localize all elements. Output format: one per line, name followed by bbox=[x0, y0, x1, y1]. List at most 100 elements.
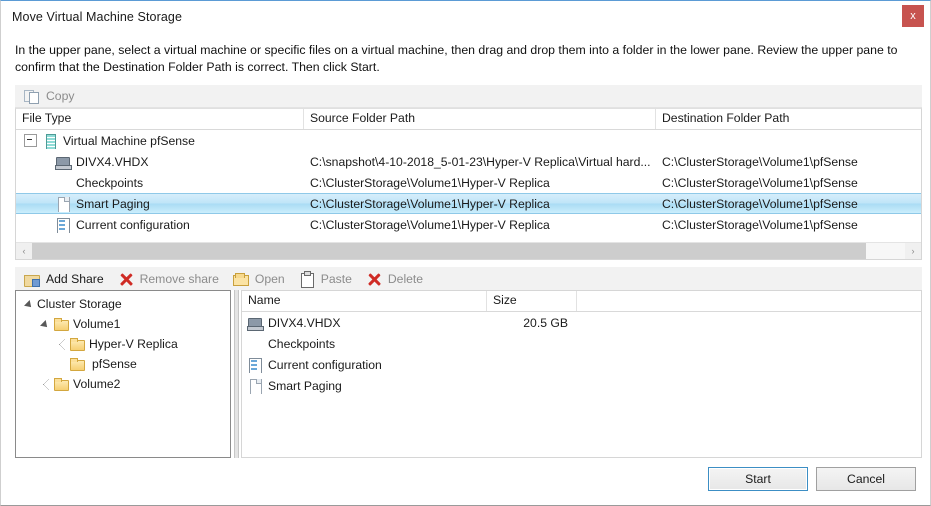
scroll-right-arrow-icon[interactable]: › bbox=[905, 243, 921, 259]
tree-node-volume2[interactable]: Volume2 bbox=[16, 374, 230, 394]
twisty-none-icon bbox=[54, 357, 69, 372]
tree-node-label: Hyper-V Replica bbox=[89, 337, 178, 351]
column-header-name[interactable]: Name bbox=[242, 291, 487, 311]
tree-node-hyper-v-replica[interactable]: Hyper-V Replica bbox=[16, 334, 230, 354]
twisty-expanded-icon[interactable] bbox=[22, 297, 37, 312]
expander-icon[interactable] bbox=[24, 134, 37, 147]
column-header-source-folder-path[interactable]: Source Folder Path bbox=[304, 109, 656, 129]
configuration-icon bbox=[247, 357, 263, 373]
cluster-storage-tree: Cluster Storage Volume1 Hyper-V Replica … bbox=[15, 290, 231, 458]
file-size-label: 20.5 GB bbox=[523, 315, 568, 330]
tree-node-label: Volume1 bbox=[73, 317, 121, 331]
dialog-footer: Start Cancel bbox=[1, 458, 930, 505]
virtual-hard-disk-icon bbox=[247, 315, 264, 331]
delete-icon bbox=[366, 271, 382, 287]
pane-splitter[interactable] bbox=[231, 290, 241, 458]
delete-button-label: Delete bbox=[387, 271, 424, 286]
scroll-left-arrow-icon[interactable]: ‹ bbox=[16, 243, 32, 259]
list-item[interactable]: Current configuration bbox=[242, 354, 921, 375]
table-row[interactable]: Checkpoints C:\ClusterStorage\Volume1\Hy… bbox=[16, 172, 921, 193]
add-share-icon bbox=[24, 271, 40, 287]
list-item[interactable]: DIVX4.VHDX 20.5 GB bbox=[242, 312, 921, 333]
list-item[interactable]: Checkpoints bbox=[242, 333, 921, 354]
open-folder-icon bbox=[232, 271, 249, 287]
close-icon[interactable]: x bbox=[902, 5, 924, 27]
list-header: File Type Source Folder Path Destination… bbox=[16, 109, 921, 130]
row-destination-path: C:\ClusterStorage\Volume1\pfSense bbox=[662, 154, 858, 169]
row-source-path: C:\snapshot\4-10-2018_5-01-23\Hyper-V Re… bbox=[310, 154, 651, 169]
column-header-size[interactable]: Size bbox=[487, 291, 577, 311]
tree-node-volume1[interactable]: Volume1 bbox=[16, 314, 230, 334]
instructions-text: In the upper pane, select a virtual mach… bbox=[15, 43, 898, 74]
row-source-path: C:\ClusterStorage\Volume1\Hyper-V Replic… bbox=[310, 175, 550, 190]
copy-button-label: Copy bbox=[46, 89, 75, 103]
delete-button[interactable]: Delete bbox=[361, 268, 432, 289]
splitter-grip[interactable] bbox=[233, 290, 239, 458]
table-row-selected[interactable]: Smart Paging C:\ClusterStorage\Volume1\H… bbox=[16, 193, 921, 214]
remove-share-button[interactable]: Remove share bbox=[113, 268, 228, 289]
open-button[interactable]: Open bbox=[228, 268, 294, 289]
move-vm-storage-dialog: Move Virtual Machine Storage x In the up… bbox=[0, 0, 931, 506]
remove-share-icon bbox=[118, 271, 134, 287]
lower-panes: Cluster Storage Volume1 Hyper-V Replica … bbox=[15, 290, 922, 458]
row-file-type-label: DIVX4.VHDX bbox=[76, 154, 149, 169]
file-name-label: DIVX4.VHDX bbox=[268, 315, 341, 330]
add-share-button-label: Add Share bbox=[46, 271, 104, 286]
no-icon bbox=[247, 336, 263, 352]
scrollbar-thumb[interactable] bbox=[32, 243, 866, 259]
cancel-button[interactable]: Cancel bbox=[816, 467, 916, 491]
row-destination-path: C:\ClusterStorage\Volume1\pfSense bbox=[662, 196, 858, 211]
twisty-expanded-icon[interactable] bbox=[38, 317, 53, 332]
configuration-icon bbox=[55, 217, 71, 233]
twisty-collapsed-icon[interactable] bbox=[38, 376, 53, 392]
start-button[interactable]: Start bbox=[708, 467, 808, 491]
row-destination-path: C:\ClusterStorage\Volume1\pfSense bbox=[662, 217, 858, 232]
file-name-label: Checkpoints bbox=[268, 336, 336, 351]
column-header-file-type[interactable]: File Type bbox=[16, 109, 304, 129]
copy-button[interactable]: Copy bbox=[19, 86, 83, 107]
open-button-label: Open bbox=[254, 271, 285, 286]
paste-button[interactable]: Paste bbox=[294, 268, 361, 289]
paste-button-label: Paste bbox=[320, 271, 352, 286]
row-destination-path: C:\ClusterStorage\Volume1\pfSense bbox=[662, 175, 858, 190]
table-row[interactable]: Virtual Machine pfSense bbox=[16, 130, 921, 151]
row-source-path: C:\ClusterStorage\Volume1\Hyper-V Replic… bbox=[310, 217, 550, 232]
tree-node-label: pfSense bbox=[92, 357, 137, 371]
row-source-path: C:\ClusterStorage\Volume1\Hyper-V Replic… bbox=[310, 196, 550, 211]
no-icon bbox=[55, 175, 71, 191]
file-list-header: Name Size bbox=[242, 291, 921, 312]
copy-icon bbox=[24, 88, 40, 104]
tree-node-pfsense[interactable]: pfSense bbox=[16, 354, 230, 374]
list-body: Virtual Machine pfSense DIVX4.VHDX C:\sn… bbox=[16, 130, 921, 242]
scrollbar-track[interactable] bbox=[32, 243, 905, 259]
remove-share-button-label: Remove share bbox=[139, 271, 219, 286]
horizontal-scrollbar[interactable]: ‹ › bbox=[16, 242, 921, 259]
twisty-collapsed-icon[interactable] bbox=[54, 336, 69, 352]
document-icon bbox=[55, 196, 71, 212]
table-row[interactable]: DIVX4.VHDX C:\snapshot\4-10-2018_5-01-23… bbox=[16, 151, 921, 172]
lower-toolbar: Add Share Remove share Open Paste Delete bbox=[15, 267, 922, 290]
add-share-button[interactable]: Add Share bbox=[19, 268, 113, 289]
document-icon bbox=[247, 378, 263, 394]
file-name-label: Current configuration bbox=[268, 357, 382, 372]
upper-toolbar: Copy bbox=[15, 85, 922, 108]
tree-node-label: Volume2 bbox=[73, 377, 121, 391]
row-file-type-label: Virtual Machine pfSense bbox=[63, 133, 195, 148]
folder-icon bbox=[69, 336, 85, 352]
virtual-machine-icon bbox=[42, 133, 58, 149]
file-name-label: Smart Paging bbox=[268, 378, 342, 393]
list-item[interactable]: Smart Paging bbox=[242, 375, 921, 396]
title-bar: Move Virtual Machine Storage x bbox=[1, 1, 930, 33]
column-header-filler bbox=[577, 291, 921, 311]
table-row[interactable]: Current configuration C:\ClusterStorage\… bbox=[16, 214, 921, 235]
virtual-hard-disk-icon bbox=[55, 154, 72, 170]
tree-node-cluster-storage[interactable]: Cluster Storage bbox=[16, 294, 230, 314]
column-header-destination-folder-path[interactable]: Destination Folder Path bbox=[656, 109, 914, 129]
tree-node-label: Cluster Storage bbox=[37, 297, 122, 311]
row-file-type-label: Current configuration bbox=[76, 217, 190, 232]
folder-icon bbox=[53, 316, 69, 332]
folder-contents-list: Name Size DIVX4.VHDX 20.5 GB Checkpoints bbox=[241, 290, 922, 458]
window-title: Move Virtual Machine Storage bbox=[12, 10, 183, 24]
row-file-type-label: Checkpoints bbox=[76, 175, 144, 190]
folder-icon bbox=[69, 356, 85, 372]
